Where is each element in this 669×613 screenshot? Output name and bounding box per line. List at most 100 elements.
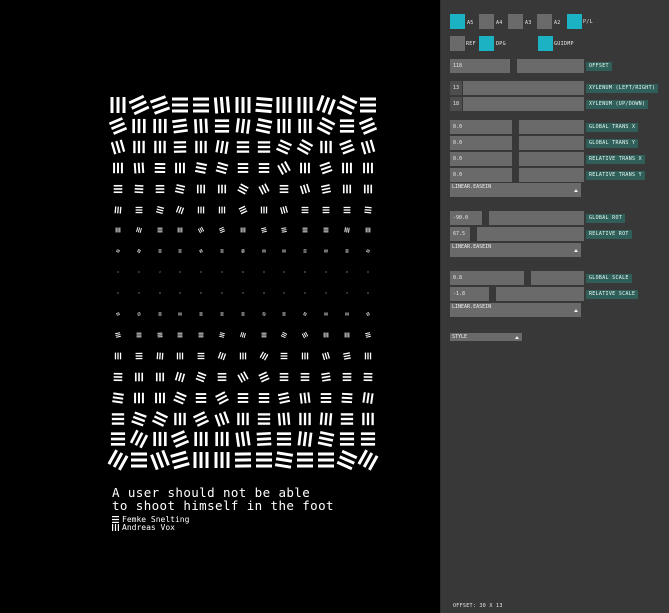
xylenum-lr-slider[interactable]: [463, 81, 584, 95]
pattern-bar: [359, 97, 376, 101]
pattern-glyph: [339, 285, 355, 301]
pattern-bar: [257, 117, 272, 124]
pattern-bar: [175, 189, 185, 194]
format-a2-toggle[interactable]: [537, 14, 552, 29]
pattern-bar: [113, 372, 123, 375]
pattern-bar: [340, 417, 353, 420]
pattern-bar: [307, 352, 309, 360]
pattern-glyph: [214, 390, 230, 406]
ref-toggle[interactable]: [450, 36, 465, 51]
pattern-bar: [199, 312, 203, 314]
pattern-bar: [220, 312, 224, 314]
pattern-glyph: [339, 222, 355, 238]
pattern-bar: [256, 437, 271, 442]
pattern-bar: [369, 139, 375, 152]
guidmp-toggle[interactable]: [538, 36, 553, 51]
pattern-bar: [288, 97, 292, 113]
global-rot-slider[interactable]: [489, 211, 584, 225]
relative-rot-slider[interactable]: [477, 227, 584, 241]
pattern-bar: [141, 372, 143, 381]
pattern-bar: [277, 443, 292, 447]
pattern-bar: [260, 206, 262, 213]
pattern-bar: [365, 335, 371, 338]
pattern-glyph: [131, 369, 147, 385]
pattern-bar: [181, 312, 182, 316]
pattern-bar: [130, 452, 147, 456]
format-a3-toggle[interactable]: [508, 14, 523, 29]
xylenum-ud-value: 18: [453, 101, 460, 107]
pattern-bar: [261, 332, 267, 334]
pattern-bar: [263, 249, 264, 253]
pattern-bar: [158, 352, 161, 360]
pattern-glyph: [336, 450, 358, 471]
pattern-glyph: [172, 369, 188, 385]
pattern-bar: [324, 412, 328, 425]
pattern-bar: [283, 118, 286, 133]
pattern-glyph: [152, 181, 168, 197]
pattern-bar: [304, 352, 306, 360]
pattern-bar: [244, 352, 246, 360]
pattern-glyph: [193, 222, 209, 238]
easing-rot-value: LINEAR.EASEIN: [452, 244, 492, 250]
offset-input-2[interactable]: [517, 59, 584, 73]
pattern-bar: [285, 205, 289, 213]
poster-title-line-2: to shoot himself in the foot: [112, 497, 334, 513]
pattern-glyph: [297, 348, 313, 364]
guidmp-label: GUIDMP: [554, 41, 574, 47]
pattern-glyph: [297, 285, 313, 301]
dpg-toggle[interactable]: [479, 36, 494, 51]
pattern-bar: [322, 353, 326, 360]
global-scale-slider[interactable]: [531, 271, 584, 285]
pattern-glyph: [318, 411, 334, 427]
pattern-bar: [196, 161, 208, 166]
pattern-bar: [110, 432, 126, 436]
pattern-bar: [219, 96, 225, 114]
pattern-bar: [280, 372, 289, 375]
easing-rot-dropdown[interactable]: LINEAR.EASEIN: [450, 243, 581, 257]
pattern-glyph: [359, 97, 376, 113]
pattern-glyph: [318, 181, 334, 197]
global-trans-x-slider[interactable]: [519, 120, 584, 134]
global-trans-y-slider[interactable]: [519, 136, 584, 150]
style-value: STYLE: [452, 334, 468, 340]
easing-scale-dropdown[interactable]: LINEAR.EASEIN: [450, 303, 581, 317]
pattern-bar: [135, 208, 143, 211]
pattern-bar: [113, 184, 123, 187]
format-a4-toggle[interactable]: [479, 14, 494, 29]
pattern-glyph: [360, 327, 376, 343]
pattern-bar: [183, 412, 187, 425]
easing-trans-dropdown[interactable]: LINEAR.EASEIN: [450, 183, 581, 197]
pattern-glyph: [172, 222, 188, 238]
pattern-glyph: [235, 411, 251, 427]
pattern-bar: [199, 432, 203, 447]
xylenum-ud-slider[interactable]: [463, 97, 584, 111]
pattern-bar: [134, 187, 144, 190]
relative-trans-x-slider[interactable]: [519, 152, 584, 166]
pattern-glyph: [152, 118, 168, 134]
pattern-bar: [303, 392, 307, 403]
pattern-glyph: [172, 390, 188, 406]
pattern-glyph: [318, 452, 334, 468]
pattern-bar: [261, 231, 267, 234]
pattern-bar: [346, 227, 348, 233]
pattern-bar: [116, 249, 118, 253]
pattern-glyph: [360, 222, 376, 238]
relative-scale-label: RELATIVE SCALE: [586, 290, 639, 299]
pattern-bar: [200, 140, 203, 153]
style-dropdown[interactable]: STYLE: [450, 333, 522, 341]
relative-trans-y-slider[interactable]: [519, 168, 584, 182]
pattern-glyph: [276, 264, 292, 280]
relative-scale-slider[interactable]: [496, 287, 584, 301]
pattern-glyph: [193, 306, 209, 322]
orientation-toggle[interactable]: [567, 14, 582, 29]
pattern-bar: [242, 352, 244, 360]
pattern-glyph: [256, 243, 272, 259]
pattern-bar: [178, 372, 183, 382]
pattern-bar: [245, 119, 251, 134]
pattern-bar: [359, 103, 376, 107]
pattern-bar: [178, 252, 182, 253]
pattern-glyph: [336, 94, 358, 116]
pattern-bar: [308, 412, 311, 425]
pattern-glyph: [110, 202, 126, 218]
format-a5-toggle[interactable]: [450, 14, 465, 29]
